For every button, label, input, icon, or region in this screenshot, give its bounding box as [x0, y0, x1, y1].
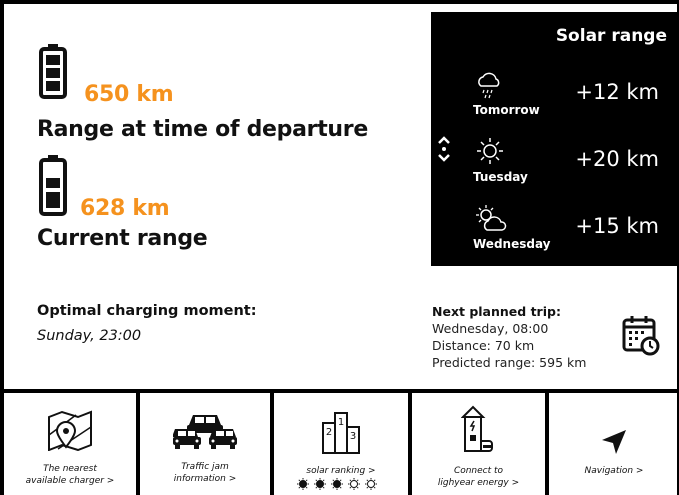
solar-row-tuesday: Tuesday +20 km: [431, 137, 679, 197]
rain-cloud-icon: [478, 72, 500, 99]
tile-label: Traffic jam information >: [173, 462, 237, 484]
solar-day-label: Tomorrow: [473, 103, 540, 117]
next-trip-when: Wednesday, 08:00: [432, 321, 549, 336]
traffic-jam-tile[interactable]: Traffic jam information >: [140, 389, 274, 495]
departure-range-value: 650 km: [84, 82, 174, 107]
sun-icon: [477, 138, 503, 164]
solar-day-label: Tuesday: [473, 170, 528, 184]
tile-label: solar ranking >: [306, 466, 376, 476]
solar-km-value: +20 km: [575, 147, 659, 171]
solar-row-wednesday: Wednesday +15 km: [431, 204, 679, 264]
next-trip-distance: Distance: 70 km: [432, 338, 535, 353]
solar-row-tomorrow: Tomorrow +12 km: [431, 70, 679, 130]
departure-range-label: Range at time of departure: [37, 117, 368, 142]
sun-rating-icon: [297, 478, 377, 490]
calendar-clock-icon[interactable]: [620, 314, 662, 356]
tile-label: Navigation >: [584, 466, 644, 476]
nearest-charger-tile[interactable]: The nearest available charger >: [0, 389, 140, 495]
traffic-jam-icon: [173, 415, 237, 449]
battery-partial-icon: [39, 155, 67, 216]
navigation-tile[interactable]: Navigation >: [549, 389, 679, 495]
tile-label: The nearest available charger >: [25, 464, 115, 486]
bottom-tiles: The nearest available charger > Traffic …: [0, 389, 679, 495]
solar-km-value: +12 km: [575, 80, 659, 104]
current-range-value: 628 km: [80, 196, 170, 221]
optimal-charging-value: Sunday, 23:00: [37, 328, 142, 344]
solar-km-value: +15 km: [575, 214, 659, 238]
next-trip-info: Next planned trip: Wednesday, 08:00 Dist…: [432, 303, 586, 371]
tile-label: Connect to lighyear energy >: [437, 466, 520, 488]
current-range-label: Current range: [37, 226, 208, 251]
solar-ranking-tile[interactable]: 1 2 3 solar ranking >: [274, 389, 412, 495]
solar-range-title: Solar range: [555, 26, 667, 46]
navigation-arrow-icon: [602, 430, 626, 454]
svg-text:2: 2: [326, 427, 332, 438]
map-pin-icon: [48, 410, 92, 451]
home-charger-icon: [460, 405, 493, 452]
next-trip-title: Next planned trip:: [432, 304, 561, 319]
next-trip-predicted: Predicted range: 595 km: [432, 355, 587, 370]
connect-lightyear-tile[interactable]: Connect to lighyear energy >: [412, 389, 549, 495]
battery-full-icon: [39, 44, 67, 99]
partly-cloudy-icon: [476, 205, 507, 231]
svg-text:1: 1: [338, 417, 344, 428]
podium-icon: 1 2 3: [322, 412, 360, 454]
svg-text:3: 3: [350, 431, 356, 442]
solar-day-label: Wednesday: [473, 237, 551, 251]
solar-range-panel: Solar range Tomorrow +12 km Tuesday +20 …: [431, 12, 679, 266]
optimal-charging-title: Optimal charging moment:: [37, 303, 257, 319]
